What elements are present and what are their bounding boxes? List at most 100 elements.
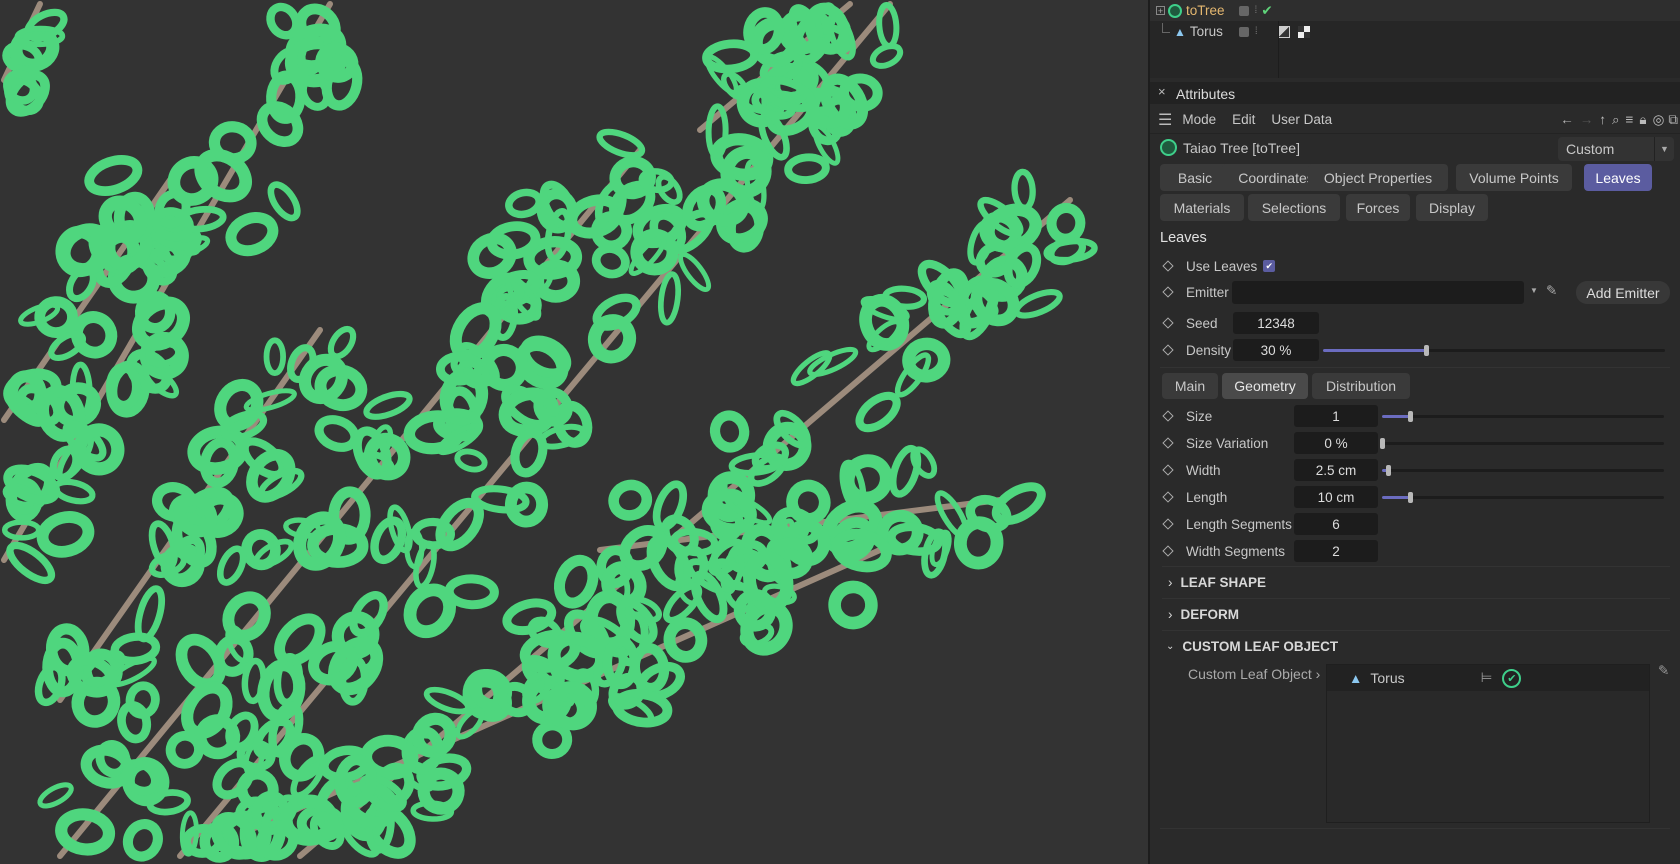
seed-field[interactable]: 12348 <box>1233 312 1319 334</box>
keyframe-diamond-icon[interactable] <box>1162 344 1174 356</box>
keyframe-diamond-icon[interactable] <box>1162 286 1174 298</box>
tab-object-properties[interactable]: Object Properties <box>1308 164 1448 191</box>
pick-eyedropper-icon[interactable]: ✎ <box>1546 283 1557 299</box>
size-slider[interactable] <box>1382 411 1664 422</box>
torus-leaf <box>591 244 630 279</box>
section-leaf-shape[interactable]: › LEAF SHAPE <box>1162 566 1670 598</box>
width-field[interactable]: 2.5 cm <box>1294 459 1378 481</box>
tab-basic[interactable]: Basic <box>1160 164 1230 191</box>
torus-leaf <box>991 482 1046 526</box>
section-deform[interactable]: › DEFORM <box>1162 598 1670 630</box>
section-label: DEFORM <box>1180 607 1240 622</box>
object-name[interactable]: Torus <box>1190 24 1223 39</box>
attributes-panel: + toTree ⁞ ✔ ▲ Torus ⁞ × Attributes ☰ Mo… <box>1148 0 1680 864</box>
slider-fill <box>1382 496 1411 499</box>
phong-tag-icon[interactable] <box>1277 25 1290 38</box>
emitter-link-field[interactable] <box>1232 281 1524 304</box>
chevron-down-icon[interactable]: ▼ <box>1654 137 1674 161</box>
keyframe-diamond-icon[interactable] <box>1162 317 1174 329</box>
torus-leaf <box>263 337 286 377</box>
slider-handle[interactable] <box>1423 345 1429 356</box>
chevron-right-icon: › <box>1168 607 1173 622</box>
tab-display[interactable]: Display <box>1416 194 1488 221</box>
tree-object-icon <box>1168 3 1182 18</box>
torus-leaf <box>36 511 95 558</box>
up-arrow-icon[interactable]: ↑ <box>1599 112 1606 127</box>
new-window-icon[interactable]: ⧉ <box>1668 112 1678 128</box>
keyframe-diamond-icon[interactable] <box>1162 464 1174 476</box>
keyframe-diamond-icon[interactable] <box>1162 260 1174 272</box>
list-item[interactable]: ▲ Torus ⊨ ✔ <box>1327 665 1649 691</box>
add-emitter-button[interactable]: Add Emitter <box>1576 281 1670 304</box>
tab-forces[interactable]: Forces <box>1346 194 1410 221</box>
menu-mode[interactable]: Mode <box>1182 112 1216 127</box>
subtab-main[interactable]: Main <box>1162 373 1218 399</box>
slider-handle[interactable] <box>1408 492 1414 503</box>
enabled-check-icon[interactable]: ✔ <box>1261 3 1272 19</box>
mode-select[interactable]: Custom ▼ <box>1558 137 1674 161</box>
target-icon[interactable]: ◎ <box>1653 112 1665 128</box>
length-field[interactable]: 10 cm <box>1294 486 1378 508</box>
size-variation-field[interactable]: 0 % <box>1294 432 1378 454</box>
back-arrow-icon[interactable]: ← <box>1560 112 1574 127</box>
density-field[interactable]: 30 % <box>1233 339 1319 361</box>
torus-leaf <box>363 390 413 420</box>
size-variation-slider[interactable] <box>1380 438 1664 449</box>
dropdown-arrow-icon[interactable]: ▼ <box>1530 286 1538 295</box>
close-icon[interactable]: × <box>1158 84 1166 99</box>
edit-tag-icon[interactable] <box>1238 5 1249 16</box>
width-segments-field[interactable]: 2 <box>1294 540 1378 562</box>
3d-viewport[interactable] <box>0 0 1148 864</box>
subtab-geometry[interactable]: Geometry <box>1222 373 1308 399</box>
keyframe-diamond-icon[interactable] <box>1162 518 1174 530</box>
tab-leaves[interactable]: Leaves <box>1584 164 1652 191</box>
keyframe-diamond-icon[interactable] <box>1162 491 1174 503</box>
use-leaves-checkbox[interactable]: ✔ <box>1263 260 1276 272</box>
tab-volume-points[interactable]: Volume Points <box>1456 164 1572 191</box>
edit-tag-icon[interactable] <box>1238 26 1249 37</box>
slider-handle[interactable] <box>1408 411 1414 422</box>
torus-leaf <box>216 545 247 586</box>
tab-materials[interactable]: Materials <box>1160 194 1244 221</box>
torus-leaf <box>403 583 457 639</box>
lock-icon[interactable]: 🔒︎ <box>1639 112 1646 128</box>
filter-icon[interactable]: ≡ <box>1626 112 1634 127</box>
length-segments-field[interactable]: 6 <box>1294 513 1378 535</box>
object-name[interactable]: toTree <box>1186 3 1225 18</box>
torus-leaf <box>596 128 646 159</box>
label: Density <box>1186 342 1232 358</box>
width-slider[interactable] <box>1382 465 1664 476</box>
menu-edit[interactable]: Edit <box>1232 112 1255 127</box>
custom-leaf-label: Custom Leaf Object › <box>1188 666 1321 682</box>
object-row-totree[interactable]: + toTree ⁞ ✔ <box>1150 0 1680 21</box>
visibility-dots-icon[interactable]: ⁞ <box>1255 26 1258 37</box>
forward-arrow-icon[interactable]: → <box>1580 112 1594 127</box>
menu-user-data[interactable]: User Data <box>1271 112 1332 127</box>
section-custom-leaf-object[interactable]: ⌄ CUSTOM LEAF OBJECT <box>1162 630 1670 662</box>
hamburger-icon[interactable]: ☰ <box>1158 110 1172 130</box>
length-slider[interactable] <box>1382 492 1664 503</box>
custom-leaf-list[interactable]: ▲ Torus ⊨ ✔ <box>1326 664 1650 823</box>
material-tag-icon[interactable] <box>1297 25 1310 38</box>
torus-leaf <box>122 819 163 862</box>
keyframe-diamond-icon[interactable] <box>1162 410 1174 422</box>
object-row-torus[interactable]: ▲ Torus ⁞ <box>1150 21 1680 42</box>
search-icon[interactable]: ⌕ <box>1612 112 1620 128</box>
keyframe-diamond-icon[interactable] <box>1162 437 1174 449</box>
subtab-distribution[interactable]: Distribution <box>1312 373 1410 399</box>
density-slider[interactable] <box>1323 345 1665 356</box>
pick-eyedropper-icon[interactable]: ✎ <box>1658 663 1669 679</box>
expand-icon[interactable]: + <box>1156 6 1165 16</box>
slider-handle[interactable] <box>1380 438 1385 449</box>
torus-leaf <box>709 410 750 453</box>
size-field[interactable]: 1 <box>1294 405 1378 427</box>
hierarchy-icon[interactable]: ⊨ <box>1481 670 1493 686</box>
tree-render <box>1 1 1098 863</box>
tab-selections[interactable]: Selections <box>1248 194 1340 221</box>
torus-primitive-icon: ▲ <box>1349 670 1363 686</box>
keyframe-diamond-icon[interactable] <box>1162 545 1174 557</box>
slider-handle[interactable] <box>1385 465 1391 476</box>
torus-leaf <box>1011 168 1036 212</box>
enabled-check-circle-icon[interactable]: ✔ <box>1502 668 1522 688</box>
visibility-dots-icon[interactable]: ⁞ <box>1255 5 1258 16</box>
